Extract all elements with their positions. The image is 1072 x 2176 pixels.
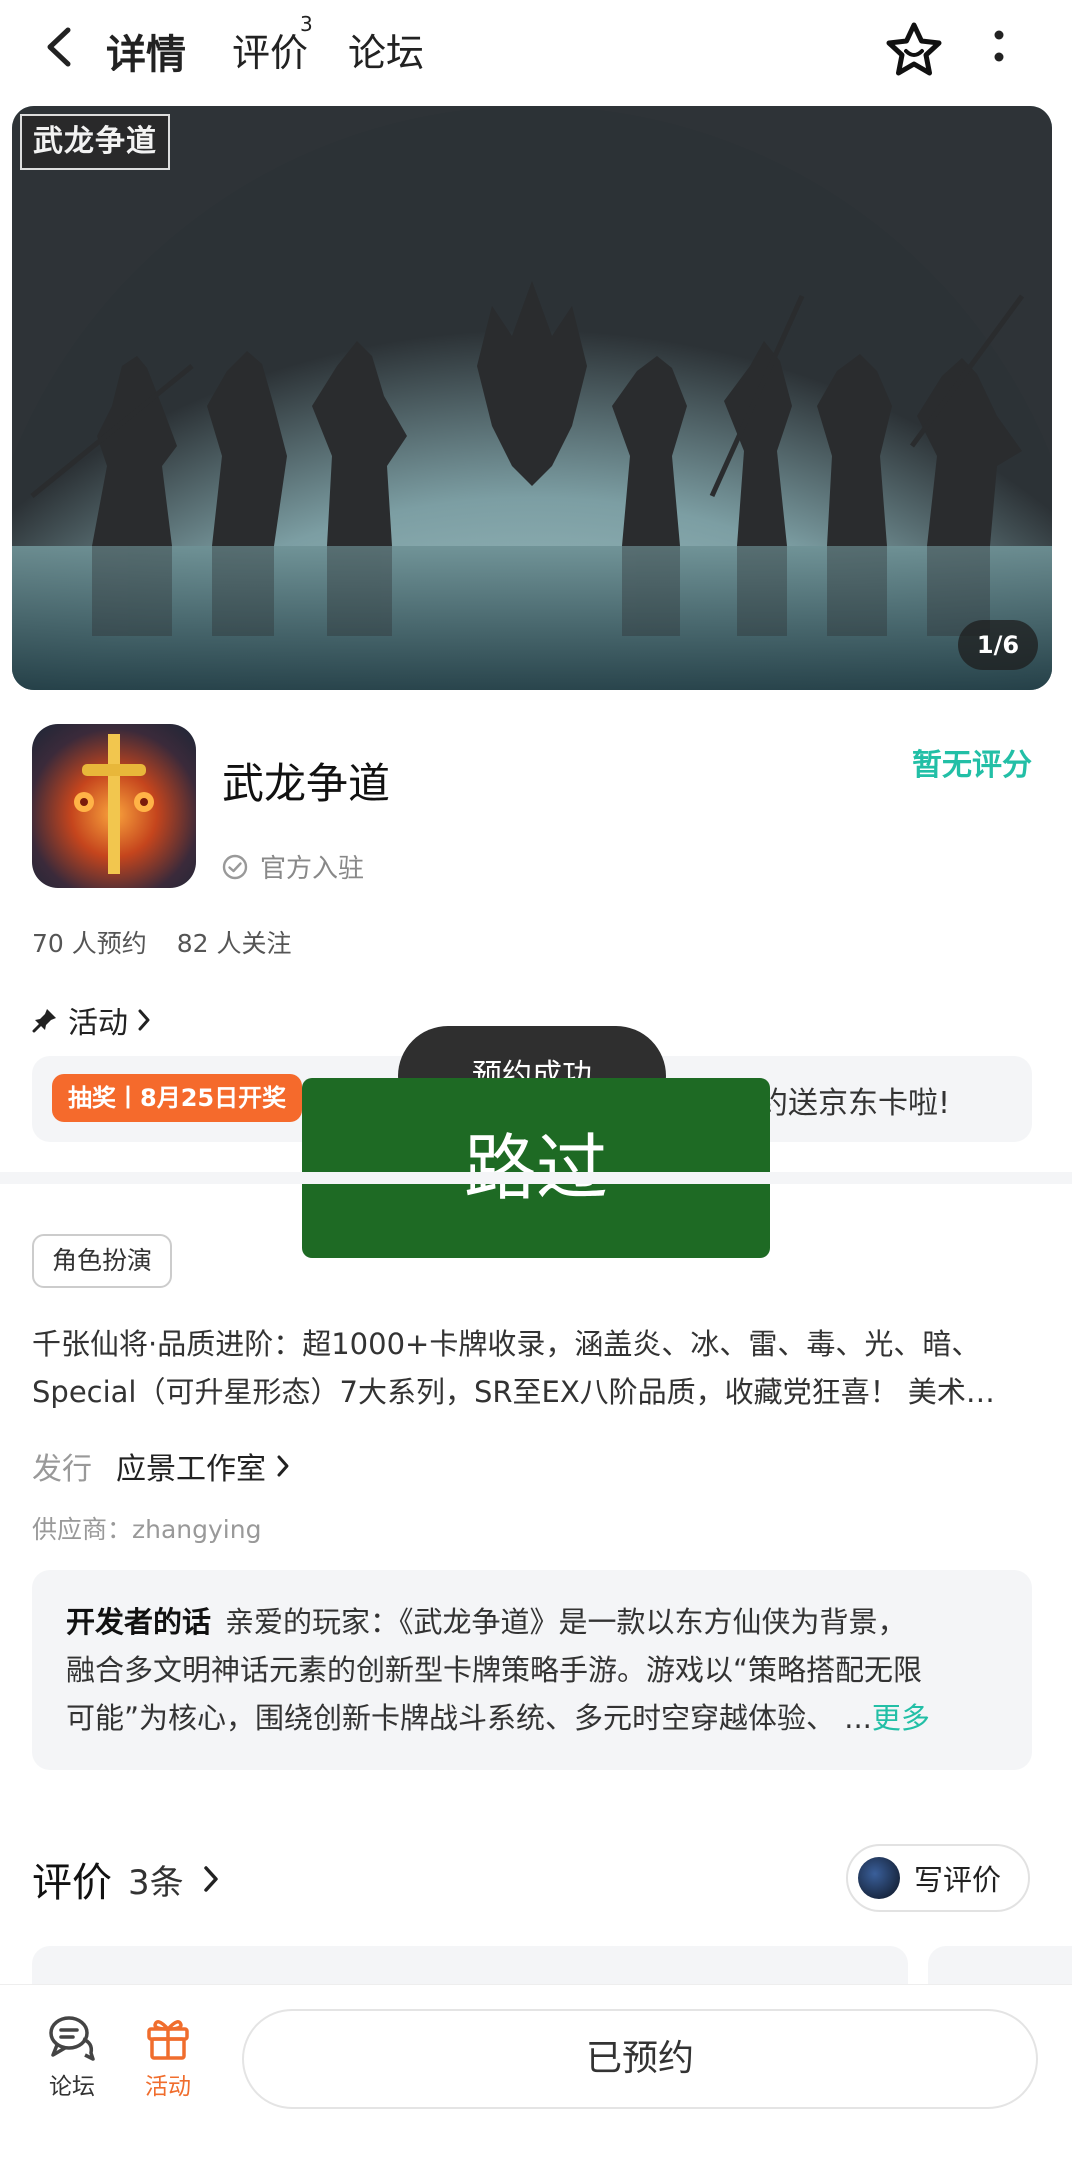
pass-button[interactable]: 路过	[302, 1078, 770, 1258]
publisher-row[interactable]: 发行 应景工作室	[32, 1444, 290, 1488]
description-line: 千张仙将·品质进阶：超1000+卡牌收录，涵盖炎、冰、雷、毒、光、暗、	[32, 1327, 981, 1361]
tab-reviews[interactable]: 评价 3	[232, 12, 313, 77]
reservation-count: 70 人预约	[32, 929, 147, 958]
publisher-label: 发行	[32, 1452, 92, 1487]
chevron-right-icon	[203, 1866, 218, 1892]
write-review-label: 写评价	[914, 1863, 1002, 1897]
developer-note-text: 亲爱的玩家：《武龙争道》是一款以东方仙侠为背景，	[225, 1605, 907, 1639]
tab-reviews-badge: 3	[300, 12, 313, 36]
more-vertical-icon	[994, 30, 1004, 62]
official-verified-label: 官方入驻	[222, 848, 364, 885]
back-arrow-icon	[47, 27, 71, 67]
game-app-icon	[32, 724, 196, 888]
tab-details[interactable]: 详情	[104, 22, 190, 80]
tab-details-label: 详情	[106, 32, 186, 78]
review-card[interactable]	[32, 1946, 908, 1986]
bottom-action-bar: 论坛 活动 已预约	[0, 1984, 1072, 2176]
screenshot-carousel[interactable]: 武龙争道 1/6	[12, 106, 1052, 690]
game-stats: 70 人预约 82 人关注	[32, 924, 292, 960]
banner-artwork	[12, 106, 1052, 690]
rating-status: 暂无评分	[912, 748, 1032, 783]
more-link[interactable]: 更多	[872, 1701, 930, 1735]
follow-button[interactable]	[884, 20, 944, 80]
game-logo: 武龙争道	[20, 114, 170, 170]
verified-check-icon	[222, 854, 248, 879]
gift-icon	[147, 2020, 189, 2060]
developer-note-line: 开发者的话 亲爱的玩家：《武龙争道》是一款以东方仙侠为背景，	[66, 1598, 998, 1646]
publisher-name: 应景工作室	[116, 1452, 266, 1487]
activity-description: 约送京东卡啦!	[758, 1086, 951, 1121]
description-line: Special（可升星形态）7大系列，SR至EX八阶品质，收藏党狂喜！ 美术…	[32, 1375, 995, 1409]
tab-forum[interactable]: 论坛	[348, 22, 424, 77]
reviews-count: 3条	[128, 1862, 184, 1903]
genre-tag[interactable]: 角色扮演	[32, 1234, 173, 1288]
reviews-title: 评价	[32, 1860, 112, 1906]
developer-note-card[interactable]: 开发者的话 亲爱的玩家：《武龙争道》是一款以东方仙侠为背景， 融合多文明神话元素的…	[32, 1570, 1032, 1770]
supplier-label: 供应商：zhangying	[32, 1515, 262, 1544]
section-divider	[0, 1172, 1072, 1184]
tab-forum-label: 论坛	[348, 31, 425, 75]
game-description[interactable]: 千张仙将·品质进阶：超1000+卡牌收录，涵盖炎、冰、雷、毒、光、暗、 Spec…	[32, 1320, 1042, 1416]
lottery-badge: 抽奖丨8月25日开奖	[52, 1074, 303, 1122]
write-review-button[interactable]: 写评价	[846, 1844, 1030, 1912]
activity-section-header[interactable]: 活动	[32, 998, 152, 1042]
review-card[interactable]	[928, 1946, 1072, 1986]
chevron-right-icon	[138, 1009, 150, 1031]
official-text: 官方入驻	[260, 854, 365, 884]
developer-note-line: 融合多文明神话元素的创新型卡牌策略手游。游戏以“策略搭配无限	[66, 1653, 923, 1687]
developer-note-title: 开发者的话	[66, 1605, 212, 1639]
activity-title: 活动	[68, 1006, 128, 1041]
top-nav-bar: 详情 评价 3 论坛	[0, 0, 1072, 100]
forum-nav-label: 论坛	[49, 2074, 95, 2100]
pin-icon	[32, 1009, 56, 1033]
tab-reviews-label: 评价	[232, 31, 309, 75]
more-menu-button[interactable]	[984, 22, 1014, 72]
reserved-button[interactable]: 已预约	[242, 2009, 1038, 2109]
star-icon	[886, 22, 942, 76]
developer-note-line: 可能”为核心，围绕创新卡牌战斗系统、多元时空穿越体验、 ...更多	[66, 1694, 998, 1742]
follower-count: 82 人关注	[176, 929, 292, 958]
sword-emblem-icon	[74, 734, 154, 874]
reviews-section-header[interactable]: 评价 3条	[32, 1850, 220, 1908]
carousel-counter: 1/6	[958, 620, 1038, 670]
developer-note-text: 可能”为核心，围绕创新卡牌战斗系统、多元时空穿越体验、 ...	[66, 1701, 872, 1735]
chat-bubble-icon	[49, 2016, 95, 2061]
back-button[interactable]	[40, 22, 80, 72]
chevron-right-icon	[277, 1455, 289, 1477]
forum-nav-button[interactable]: 论坛	[32, 2013, 112, 2101]
activity-nav-button[interactable]: 活动	[128, 2013, 208, 2101]
game-title: 武龙争道	[222, 759, 391, 808]
activity-nav-label: 活动	[145, 2074, 191, 2100]
avatar	[858, 1857, 900, 1899]
